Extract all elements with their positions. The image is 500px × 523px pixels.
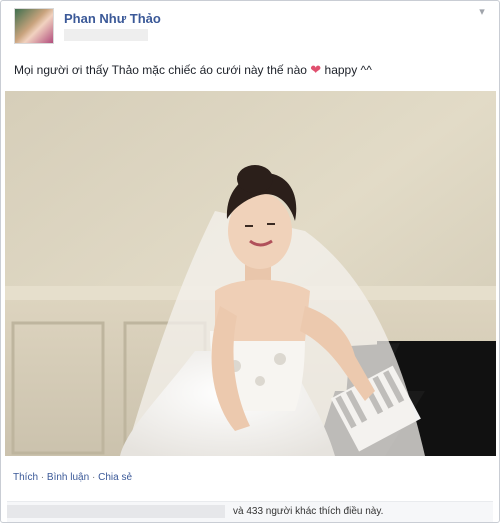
author-avatar[interactable] xyxy=(14,8,54,44)
author-name[interactable]: Phan Như Thảo xyxy=(64,11,161,26)
like-link[interactable]: Thích xyxy=(13,472,38,483)
heart-icon: ❤ xyxy=(310,62,322,77)
separator: · xyxy=(91,472,96,483)
post-text-main: Mọi người ơi thấy Thảo mặc chiếc áo cưới… xyxy=(14,63,307,77)
wedding-photo-illustration xyxy=(5,91,496,456)
comment-link[interactable]: Bình luận xyxy=(47,472,89,483)
likes-bar: và 433 người khác thích điều này. xyxy=(7,501,493,522)
likes-summary[interactable]: và 433 người khác thích điều này. xyxy=(233,506,383,517)
post-text: Mọi người ơi thấy Thảo mặc chiếc áo cưới… xyxy=(14,62,372,78)
separator: · xyxy=(40,472,45,483)
post-text-tail: happy ^^ xyxy=(324,63,372,77)
liker-names-redacted xyxy=(7,505,225,518)
share-link[interactable]: Chia sẻ xyxy=(98,472,132,483)
post-meta-redacted xyxy=(64,29,148,41)
post-card: Phan Như Thảo ▾ Mọi người ơi thấy Thảo m… xyxy=(0,0,500,523)
post-photo[interactable] xyxy=(5,91,496,456)
post-actions: Thích · Bình luận · Chia sẻ xyxy=(13,472,132,483)
chevron-down-icon[interactable]: ▾ xyxy=(475,5,489,18)
